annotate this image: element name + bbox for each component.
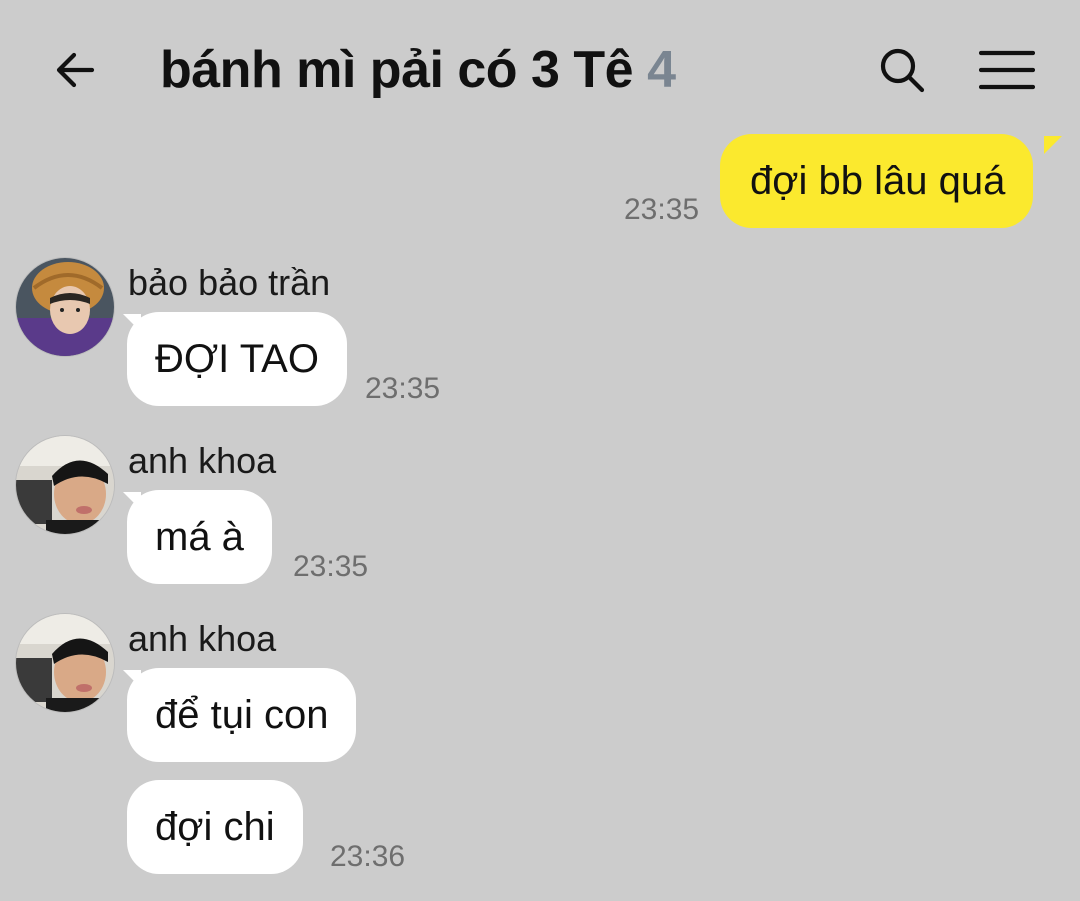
search-icon <box>880 48 925 93</box>
avatar-anh-khoa[interactable] <box>16 614 114 712</box>
message-time: 23:35 <box>365 372 441 405</box>
sender-name: bảo bảo trần <box>128 262 331 303</box>
message-time: 23:36 <box>330 840 406 873</box>
member-count: 4 <box>647 41 676 99</box>
hamburger-menu-icon <box>979 50 1035 90</box>
bubble-tail <box>1044 136 1062 154</box>
chat-title-area[interactable]: bánh mì pải có 3 Tê 4 <box>160 38 676 102</box>
sender-name: anh khoa <box>128 618 277 659</box>
incoming-message-bubble[interactable]: má à <box>127 490 272 584</box>
sender-name: anh khoa <box>128 440 277 481</box>
incoming-message-bubble[interactable]: để tụi con <box>127 668 357 762</box>
message-time: 23:35 <box>624 193 700 226</box>
message-time: 23:35 <box>293 550 369 583</box>
avatar-anh-khoa[interactable] <box>16 436 114 534</box>
incoming-message-bubble[interactable]: đợi chi <box>127 780 303 874</box>
back-button[interactable] <box>46 40 106 100</box>
search-button[interactable] <box>872 40 932 100</box>
outgoing-message-bubble[interactable]: đợi bb lâu quá <box>720 134 1034 228</box>
message-text: ĐỢI TAO <box>155 337 319 381</box>
arrow-left-icon <box>56 52 95 88</box>
chat-title: bánh mì pải có 3 Tê <box>160 41 634 99</box>
menu-button[interactable] <box>974 40 1040 100</box>
chat-header: bánh mì pải có 3 Tê 4 <box>0 0 1080 140</box>
message-text: để tụi con <box>155 693 329 737</box>
avatar-bao-bao-tran[interactable] <box>16 258 114 356</box>
message-text: đợi chi <box>155 805 275 849</box>
message-text: má à <box>155 515 244 559</box>
incoming-message-bubble[interactable]: ĐỢI TAO <box>127 312 347 406</box>
message-text: đợi bb lâu quá <box>750 159 1006 203</box>
